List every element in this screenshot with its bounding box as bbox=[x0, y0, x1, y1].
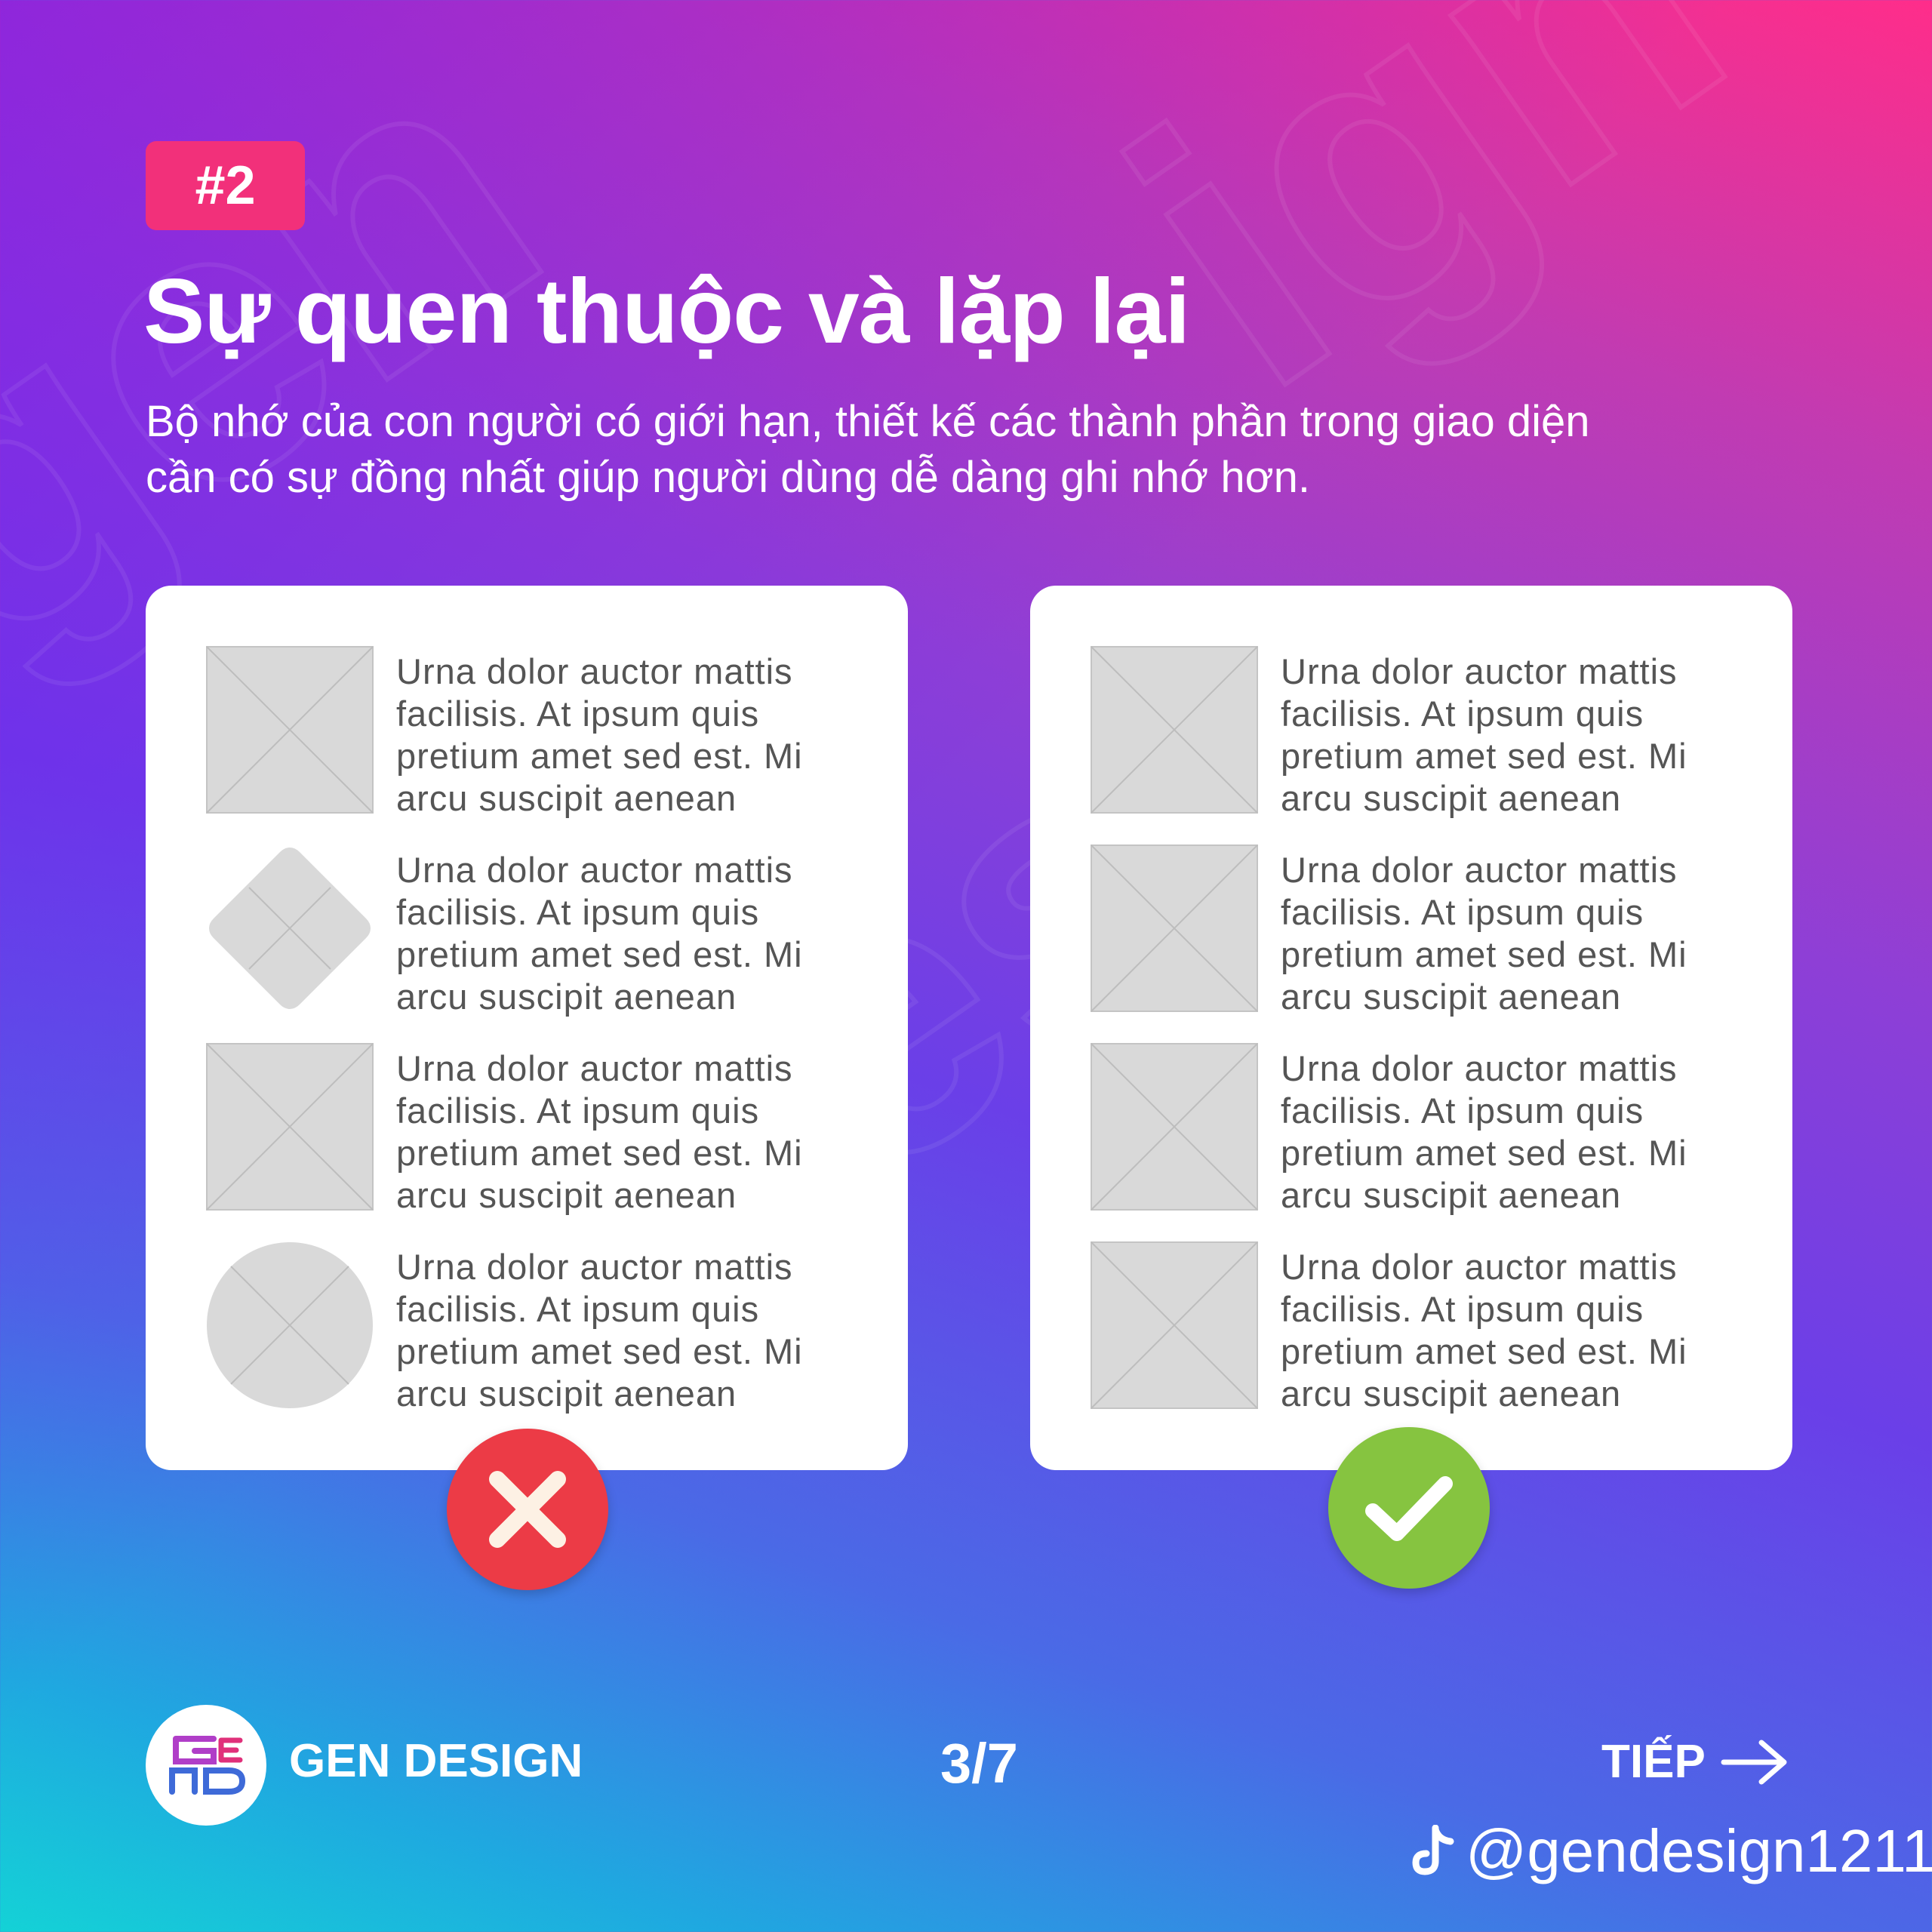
section-tag: #2 bbox=[146, 141, 305, 230]
social-handle-text: @gendesign1211 bbox=[1466, 1817, 1932, 1884]
list-item: Urna dolor auctor mattis facilisis. At i… bbox=[206, 1043, 908, 1215]
list-item-text: Urna dolor auctor mattis facilisis. At i… bbox=[396, 1247, 803, 1414]
image-placeholder-square bbox=[1091, 646, 1258, 814]
list-item-text: Urna dolor auctor mattis facilisis. At i… bbox=[1281, 651, 1687, 818]
list-item-text: Urna dolor auctor mattis facilisis. At i… bbox=[1281, 850, 1687, 1017]
list-item-text: Urna dolor auctor mattis facilisis. At i… bbox=[396, 1048, 803, 1215]
list-item: Urna dolor auctor mattis facilisis. At i… bbox=[206, 1241, 908, 1414]
brand-name: GEN DESIGN bbox=[289, 1735, 583, 1787]
page-counter: 3/7 bbox=[940, 1732, 1018, 1795]
list-item: Urna dolor auctor mattis facilisis. At i… bbox=[206, 646, 908, 818]
page-title: Sự quen thuộc và lặp lại bbox=[143, 260, 1190, 362]
page-subtitle: Bộ nhớ của con người có giới hạn, thiết … bbox=[146, 394, 1806, 506]
correct-badge bbox=[1328, 1427, 1490, 1589]
tiktok-icon bbox=[1412, 1825, 1454, 1875]
example-card-incorrect: Urna dolor auctor mattis facilisis. At i… bbox=[146, 586, 908, 1470]
subtitle-line: cần có sự đồng nhất giúp người dùng dễ d… bbox=[146, 453, 1310, 502]
list-item: Urna dolor auctor mattis facilisis. At i… bbox=[1091, 844, 1792, 1017]
subtitle-line: Bộ nhớ của con người có giới hạn, thiết … bbox=[146, 397, 1590, 446]
social-handle[interactable]: @gendesign1211 bbox=[1411, 1821, 1932, 1881]
image-placeholder-square bbox=[1091, 1043, 1258, 1211]
image-placeholder-diamond bbox=[206, 844, 374, 1012]
list-item-text: Urna dolor auctor mattis facilisis. At i… bbox=[1281, 1048, 1687, 1215]
list-item-text: Urna dolor auctor mattis facilisis. At i… bbox=[1281, 1247, 1687, 1414]
close-icon bbox=[489, 1471, 566, 1548]
list-item-text: Urna dolor auctor mattis facilisis. At i… bbox=[396, 651, 803, 818]
list-item: Urna dolor auctor mattis facilisis. At i… bbox=[206, 844, 908, 1017]
list-item: Urna dolor auctor mattis facilisis. At i… bbox=[1091, 1043, 1792, 1215]
image-placeholder-circle bbox=[206, 1241, 374, 1409]
image-placeholder-square bbox=[206, 646, 374, 814]
example-card-correct: Urna dolor auctor mattis facilisis. At i… bbox=[1030, 586, 1792, 1470]
next-button[interactable]: TIẾP bbox=[1601, 1738, 1789, 1786]
incorrect-badge bbox=[447, 1429, 608, 1590]
list-item-text: Urna dolor auctor mattis facilisis. At i… bbox=[396, 850, 803, 1017]
image-placeholder-square bbox=[1091, 1241, 1258, 1409]
list-item: Urna dolor auctor mattis facilisis. At i… bbox=[1091, 646, 1792, 818]
image-placeholder-square bbox=[206, 1043, 374, 1211]
brand-logo bbox=[146, 1705, 266, 1826]
list-item: Urna dolor auctor mattis facilisis. At i… bbox=[1091, 1241, 1792, 1414]
background-watermark: ign bbox=[1057, 0, 1795, 471]
image-placeholder-square bbox=[1091, 844, 1258, 1012]
arrow-right-icon bbox=[1721, 1740, 1787, 1785]
check-icon bbox=[1365, 1476, 1453, 1541]
next-label: TIẾP bbox=[1601, 1736, 1706, 1788]
